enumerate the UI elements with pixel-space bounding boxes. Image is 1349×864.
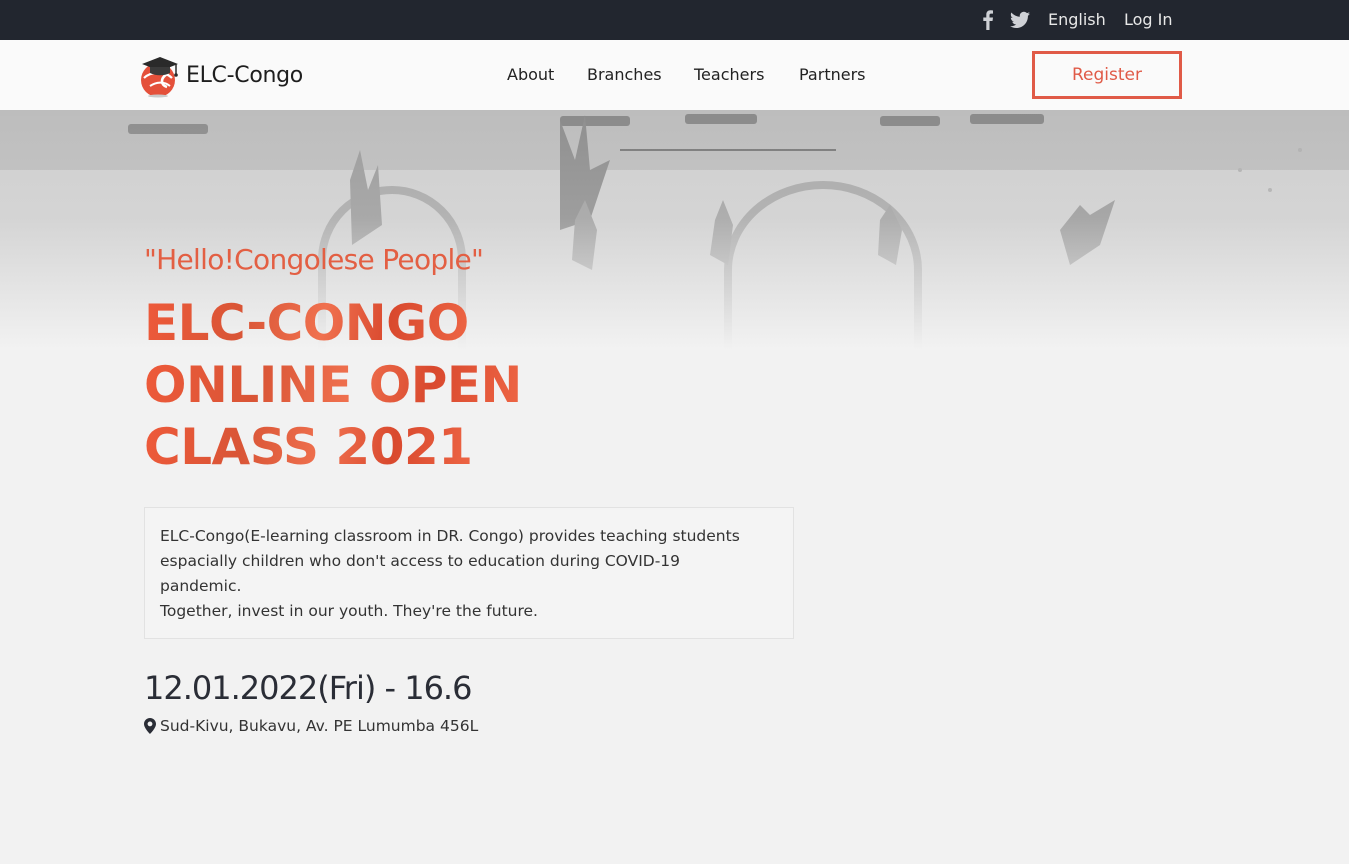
- language-selector[interactable]: English: [1048, 10, 1106, 30]
- event-location: Sud-Kivu, Bukavu, Av. PE Lumumba 456L: [144, 716, 478, 736]
- nav-item-branches[interactable]: Branches: [587, 65, 662, 85]
- description-line: pandemic.: [160, 577, 242, 595]
- hero-title-line-1: ELC-CONGO: [144, 294, 469, 352]
- hero-description-box: ELC-Congo(E-learning classroom in DR. Co…: [144, 507, 794, 639]
- description-line: ELC-Congo(E-learning classroom in DR. Co…: [160, 527, 740, 545]
- graduation-cap-globe-icon[interactable]: [136, 52, 184, 100]
- register-button[interactable]: Register: [1032, 51, 1182, 99]
- nav-item-teachers[interactable]: Teachers: [694, 65, 764, 85]
- facebook-icon[interactable]: [979, 10, 995, 30]
- hero-quote: "Hello!Congolese People": [144, 243, 484, 276]
- description-line: Together, invest in our youth. They're t…: [160, 602, 538, 620]
- event-date: 12.01.2022(Fri) - 16.6: [144, 669, 472, 707]
- location-text: Sud-Kivu, Bukavu, Av. PE Lumumba 456L: [160, 717, 479, 735]
- logo-text[interactable]: ELC-Congo: [186, 62, 303, 90]
- description-line: espacially children who don't access to …: [160, 552, 681, 570]
- top-bar: English Log In: [0, 0, 1349, 40]
- main-navbar: ELC-Congo About Branches Teachers Partne…: [0, 40, 1349, 110]
- map-marker-icon: [144, 718, 156, 734]
- twitter-icon[interactable]: [1010, 11, 1030, 29]
- nav-item-partners[interactable]: Partners: [799, 65, 865, 85]
- hero-title-line-2: ONLINE OPEN: [144, 356, 522, 414]
- hero-title-line-3: CLASS 2021: [144, 418, 473, 476]
- nav-item-about[interactable]: About: [507, 65, 554, 85]
- login-link[interactable]: Log In: [1124, 10, 1173, 30]
- hero-section: "Hello!Congolese People" ELC-CONGO ONLIN…: [0, 110, 1349, 864]
